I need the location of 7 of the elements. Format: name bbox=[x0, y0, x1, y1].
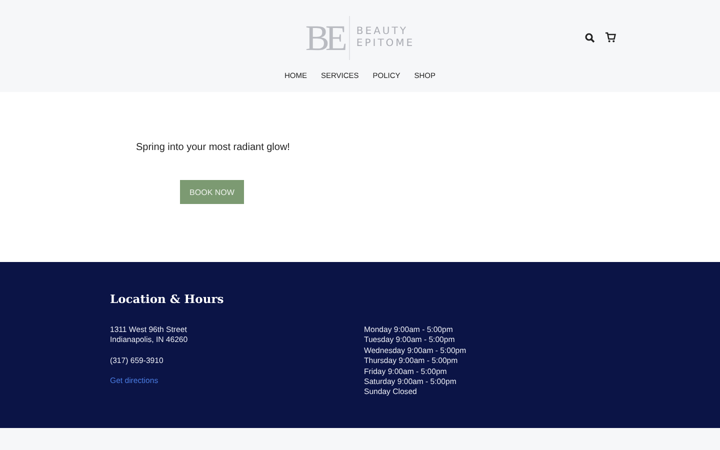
section-title: Location & Hours bbox=[110, 292, 225, 306]
logo-monogram: BE bbox=[305, 20, 344, 56]
search-icon[interactable] bbox=[585, 32, 595, 42]
logo-text: BEAUTY bbox=[356, 26, 409, 38]
logo-text: EPITOME bbox=[356, 38, 415, 50]
cart-icon[interactable] bbox=[605, 32, 616, 43]
tagline: Spring into your most radiant glow! bbox=[136, 142, 290, 153]
